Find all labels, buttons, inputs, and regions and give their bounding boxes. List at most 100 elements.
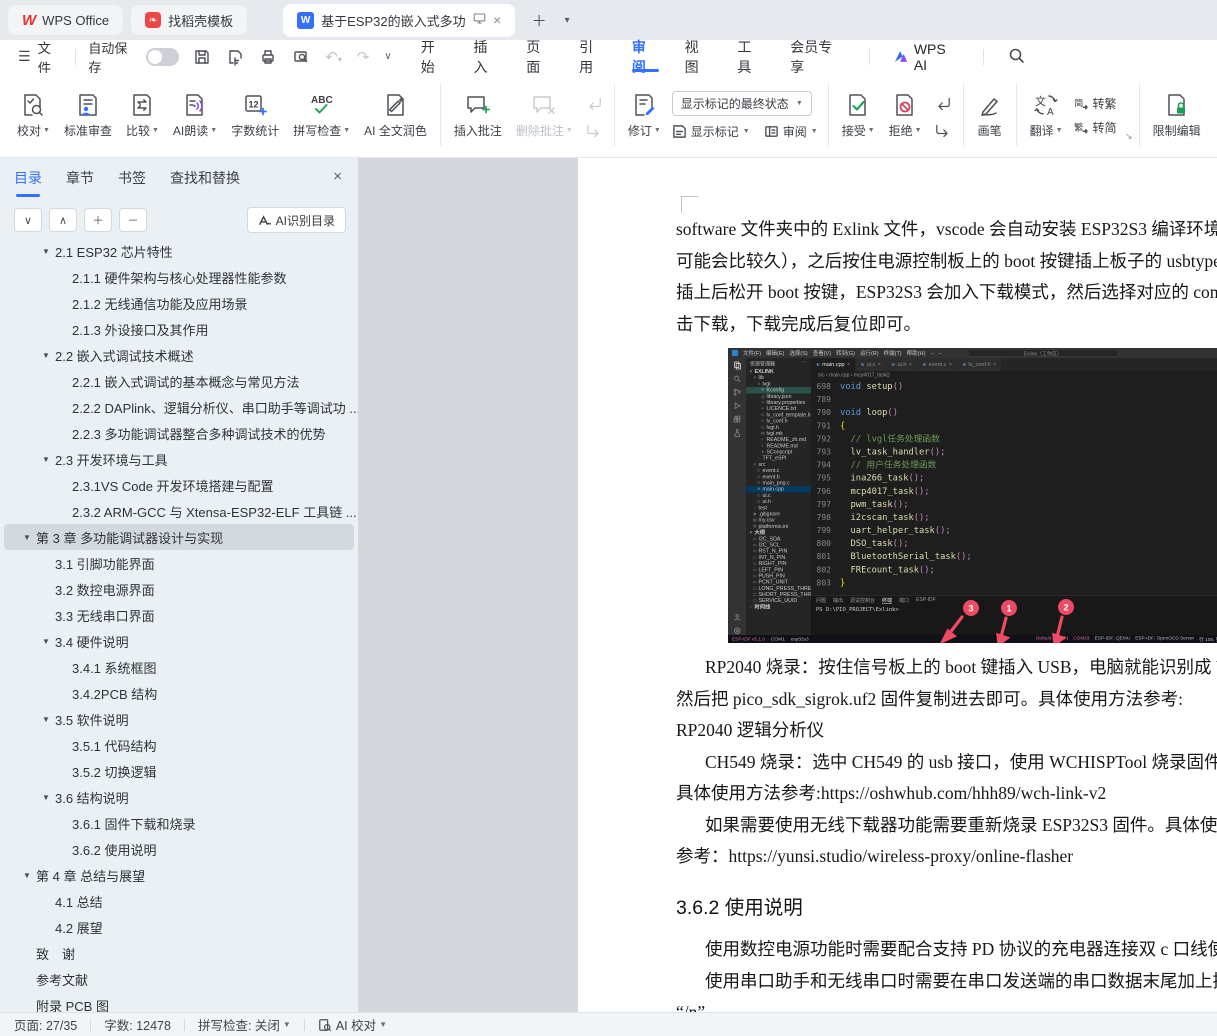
- ai-recognize-toc-button[interactable]: AI识别目录: [247, 207, 346, 233]
- toc-item[interactable]: ▼ 2.1 ESP32 芯片特性: [4, 238, 354, 264]
- compare-button[interactable]: 比较▼: [119, 87, 166, 144]
- ribbon-tab[interactable]: 页面: [513, 40, 566, 73]
- toc-item[interactable]: ▼ 2.2 嵌入式调试技术概述: [4, 342, 354, 368]
- toc-item[interactable]: 2.1.1 硬件架构与核心处理器性能参数: [4, 264, 354, 290]
- toc-item[interactable]: 4.1 总结: [4, 888, 354, 914]
- toc-item[interactable]: 4.2 展望: [4, 914, 354, 940]
- previous-comment-button[interactable]: [582, 91, 606, 113]
- sidebar-tab[interactable]: 章节: [66, 168, 94, 197]
- toc-collapse-arrow-icon[interactable]: ▼: [22, 533, 32, 542]
- toc-item[interactable]: 3.1 引脚功能界面: [4, 550, 354, 576]
- to-simplified-button[interactable]: 繁 转简: [1074, 119, 1117, 136]
- toc-item[interactable]: 3.5.1 代码结构: [4, 732, 354, 758]
- toc-item[interactable]: ▼ 3.4 硬件说明: [4, 628, 354, 654]
- sidebar-close-icon[interactable]: ×: [333, 168, 342, 185]
- new-tab-button[interactable]: ＋: [527, 8, 551, 32]
- spellcheck-status[interactable]: 拼写检查: 关闭▼: [198, 1015, 291, 1034]
- next-comment-button[interactable]: [582, 118, 606, 140]
- delete-comment-button[interactable]: 删除批注▼: [509, 87, 580, 144]
- search-icon[interactable]: [1008, 47, 1025, 67]
- page-indicator[interactable]: 页面: 27/35: [14, 1015, 77, 1034]
- tab-docer-templates[interactable]: ❧ 找稻壳模板: [131, 5, 247, 35]
- toc-item[interactable]: 3.5.2 切换逻辑: [4, 758, 354, 784]
- toc-item[interactable]: 致 谢: [4, 940, 354, 966]
- toc-item[interactable]: 3.4.1 系统框图: [4, 654, 354, 680]
- tab-wps-home[interactable]: W WPS Office: [8, 5, 123, 35]
- toc-collapse-arrow-icon[interactable]: ▼: [41, 715, 51, 724]
- next-change-button[interactable]: [931, 118, 955, 140]
- toc-item[interactable]: ▼ 第 4 章 总结与展望: [4, 862, 354, 888]
- toc-item[interactable]: 3.6.1 固件下载和烧录: [4, 810, 354, 836]
- toc-collapse-arrow-icon[interactable]: ▼: [41, 351, 51, 360]
- ribbon-tab[interactable]: 工具: [724, 40, 777, 73]
- toc-item[interactable]: ▼ 3.5 软件说明: [4, 706, 354, 732]
- redo-button[interactable]: ↷: [357, 48, 370, 66]
- toc-collapse-arrow-icon[interactable]: ▼: [41, 247, 51, 256]
- toc-item[interactable]: 2.3.2 ARM-GCC 与 Xtensa-ESP32-ELF 工具链 ...: [4, 498, 354, 524]
- ribbon-tab[interactable]: 视图: [672, 40, 725, 73]
- print-button[interactable]: [259, 48, 277, 66]
- toolbar-collapse-chevron-icon[interactable]: ∨: [384, 51, 391, 62]
- toc-item[interactable]: 2.2.1 嵌入式调试的基本概念与常见方法: [4, 368, 354, 394]
- ai-polish-button[interactable]: AI 全文润色: [357, 87, 434, 144]
- toc-item[interactable]: 附录 PCB 图: [4, 992, 354, 1012]
- toc-item[interactable]: 2.2.2 DAPlink、逻辑分析仪、串口助手等调试功 ...: [4, 394, 354, 420]
- toc-collapse-arrow-icon[interactable]: ▼: [22, 871, 32, 880]
- toc-item[interactable]: 3.6.2 使用说明: [4, 836, 354, 862]
- tab-close-icon[interactable]: ×: [493, 12, 501, 28]
- previous-change-button[interactable]: [931, 91, 955, 113]
- wps-ai-button[interactable]: WPS AI: [894, 41, 959, 73]
- toc-item[interactable]: 2.1.2 无线通信功能及应用场景: [4, 290, 354, 316]
- spell-check-button[interactable]: ABC 拼写检查▼: [286, 87, 357, 144]
- toc-item[interactable]: 2.2.3 多功能调试器整合多种调试技术的优势: [4, 420, 354, 446]
- word-count-button[interactable]: 12 字数统计: [224, 87, 286, 144]
- ai-read-aloud-button[interactable]: AI朗读▼: [166, 87, 224, 144]
- tab-document-active[interactable]: W 基于ESP32的嵌入式多功能调 ×: [283, 4, 515, 37]
- word-count-indicator[interactable]: 字数: 12478: [104, 1015, 171, 1034]
- group-expand-icon[interactable]: ↘: [1125, 131, 1133, 142]
- toc-collapse-arrow-icon[interactable]: ▼: [41, 455, 51, 464]
- toc-item[interactable]: 2.1.3 外设接口及其作用: [4, 316, 354, 342]
- export-pdf-button[interactable]: [226, 48, 244, 66]
- reject-change-button[interactable]: 拒绝▼: [882, 87, 929, 144]
- markup-state-dropdown[interactable]: 显示标记的最终状态 ▼: [672, 91, 812, 116]
- tab-list-chevron-icon[interactable]: ▾: [555, 8, 579, 32]
- ribbon-tab[interactable]: 引用: [566, 40, 619, 73]
- toc-item[interactable]: ▼ 2.3 开发环境与工具: [4, 446, 354, 472]
- print-preview-button[interactable]: [292, 48, 310, 66]
- toc-collapse-arrow-icon[interactable]: ▼: [41, 793, 51, 802]
- proofread-button[interactable]: 校对▼: [10, 87, 57, 144]
- restrict-editing-button[interactable]: 限制编辑: [1146, 87, 1208, 144]
- toc-item[interactable]: 3.4.2PCB 结构: [4, 680, 354, 706]
- ribbon-tab[interactable]: 插入: [461, 40, 514, 73]
- file-menu[interactable]: ☰ 文件: [18, 37, 63, 77]
- save-button[interactable]: [193, 48, 211, 66]
- review-pane-button[interactable]: 审阅 ▼: [764, 123, 818, 140]
- sidebar-tab[interactable]: 查找和替换: [170, 168, 240, 197]
- ai-proofread-button[interactable]: AI 校对▼: [318, 1015, 387, 1034]
- standard-review-button[interactable]: 标准审查: [57, 87, 119, 144]
- toc-expand-all-button[interactable]: ∨: [14, 208, 42, 232]
- accept-change-button[interactable]: 接受▼: [835, 87, 882, 144]
- toc-item[interactable]: 参考文献: [4, 966, 354, 992]
- document-page[interactable]: software 文件夹中的 Exlink 文件，vscode 会自动安装 ES…: [578, 158, 1217, 1012]
- toc-item[interactable]: ▼ 第 3 章 多功能调试器设计与实现: [4, 524, 354, 550]
- autosave-toggle[interactable]: [146, 48, 179, 66]
- track-changes-button[interactable]: 修订▼: [621, 87, 668, 144]
- ribbon-tab[interactable]: 开始: [408, 40, 461, 73]
- toc-item[interactable]: 3.3 无线串口界面: [4, 602, 354, 628]
- to-traditional-button[interactable]: 简 转繁: [1074, 95, 1117, 112]
- toc-item[interactable]: ▼ 3.6 结构说明: [4, 784, 354, 810]
- sidebar-tab[interactable]: 目录: [14, 168, 42, 197]
- toc-item[interactable]: 3.2 数控电源界面: [4, 576, 354, 602]
- toc-zoom-in-button[interactable]: ＋: [84, 208, 112, 232]
- undo-button[interactable]: ↶▾: [325, 48, 342, 66]
- embedded-screenshot-image[interactable]: 文件(F)编辑(E)选择(S)查看(V)转到(G)运行(R)终端(T)帮助(H)…: [728, 348, 1217, 643]
- show-markup-button[interactable]: 显示标记 ▼: [672, 123, 750, 140]
- ribbon-tab[interactable]: 审阅: [619, 40, 672, 73]
- toc-item[interactable]: 2.3.1VS Code 开发环境搭建与配置: [4, 472, 354, 498]
- translate-button[interactable]: 文A 翻译▼: [1023, 87, 1070, 144]
- toc-zoom-out-button[interactable]: －: [119, 208, 147, 232]
- ribbon-tab[interactable]: 会员专享: [777, 40, 857, 73]
- toc-collapse-arrow-icon[interactable]: ▼: [41, 637, 51, 646]
